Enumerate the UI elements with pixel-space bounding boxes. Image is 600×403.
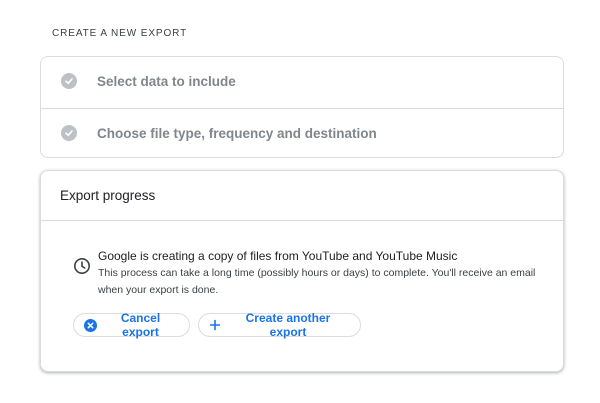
step-label: Choose file type, frequency and destinat… bbox=[97, 126, 377, 141]
export-steps-card: Select data to include Choose file type,… bbox=[40, 56, 564, 158]
check-circle-icon bbox=[61, 125, 77, 141]
status-detail: This process can take a long time (possi… bbox=[98, 267, 536, 296]
step-label: Select data to include bbox=[97, 74, 236, 89]
check-circle-icon bbox=[61, 73, 77, 89]
status-message: Google is creating a copy of files from … bbox=[98, 249, 458, 263]
cancel-export-label: Cancel export bbox=[120, 311, 161, 339]
plus-icon bbox=[209, 319, 221, 331]
section-title: CREATE A NEW EXPORT bbox=[52, 28, 188, 39]
progress-header: Export progress bbox=[41, 171, 563, 221]
create-another-export-button[interactable]: Create another export bbox=[198, 311, 361, 339]
cancel-icon bbox=[84, 318, 97, 332]
cancel-export-button[interactable]: Cancel export bbox=[73, 311, 190, 339]
step-select-data[interactable]: Select data to include bbox=[41, 57, 563, 108]
step-file-type[interactable]: Choose file type, frequency and destinat… bbox=[41, 108, 563, 159]
export-progress-card: Export progress Google is creating a cop… bbox=[40, 170, 564, 372]
progress-title: Export progress bbox=[60, 188, 156, 203]
clock-icon bbox=[73, 257, 91, 280]
create-another-export-label: Create another export bbox=[245, 311, 331, 339]
